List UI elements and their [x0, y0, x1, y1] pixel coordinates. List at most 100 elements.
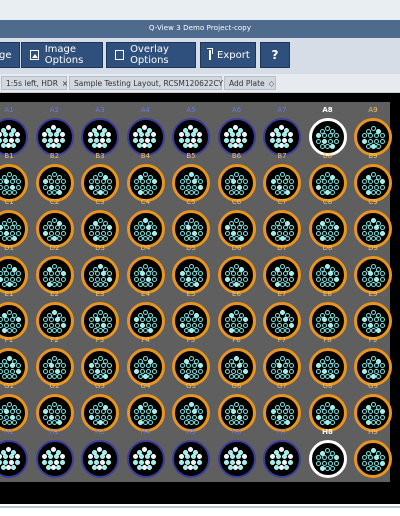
well-a2[interactable]	[35, 118, 74, 156]
well-g4[interactable]	[126, 394, 165, 432]
tab-hdr[interactable]: 1:5s left, HDR ×	[1, 76, 68, 90]
well-e1[interactable]	[0, 302, 28, 340]
spot	[276, 276, 282, 282]
well-g1[interactable]	[0, 394, 28, 432]
well-h8[interactable]	[308, 440, 347, 478]
spot	[243, 414, 248, 420]
well-g5[interactable]	[172, 394, 210, 432]
tab-sample-layout[interactable]: Sample Testing Layout, RCSM120622CY×	[69, 76, 233, 90]
well-e8[interactable]	[308, 302, 347, 340]
well-c6[interactable]	[217, 210, 256, 248]
well-g6[interactable]	[217, 394, 256, 432]
well-a5[interactable]	[172, 118, 210, 156]
well-f7[interactable]	[263, 348, 301, 386]
well-d4[interactable]	[126, 256, 165, 294]
export-button[interactable]: Export	[200, 42, 256, 68]
well-d3[interactable]	[81, 256, 119, 294]
spot	[276, 408, 282, 414]
well-a1[interactable]	[0, 118, 28, 156]
well-label: A7	[277, 106, 287, 114]
well-e5[interactable]	[172, 302, 210, 340]
clipped-button[interactable]: ge	[0, 42, 20, 68]
well-e7[interactable]	[263, 302, 301, 340]
well-e2[interactable]	[35, 302, 74, 340]
well-g2[interactable]	[35, 394, 74, 432]
well-b2[interactable]	[35, 164, 74, 202]
well-f2[interactable]	[35, 348, 74, 386]
help-button[interactable]: ?	[260, 42, 290, 68]
well-b4[interactable]	[126, 164, 165, 202]
well-f6[interactable]	[217, 348, 256, 386]
well-g7[interactable]	[263, 394, 301, 432]
spot	[243, 276, 248, 282]
well-e6[interactable]	[217, 302, 256, 340]
well-h3[interactable]	[81, 440, 119, 478]
well-d5[interactable]	[172, 256, 210, 294]
well-e3[interactable]	[81, 302, 119, 340]
well-b8[interactable]	[308, 164, 347, 202]
well-c3[interactable]	[81, 210, 119, 248]
spot	[365, 373, 371, 379]
well-e9[interactable]	[354, 302, 392, 340]
well-g3[interactable]	[81, 394, 119, 432]
well-a6[interactable]	[217, 118, 256, 156]
well-d1[interactable]	[0, 256, 28, 294]
well-c7[interactable]	[263, 210, 301, 248]
well-h6[interactable]	[217, 440, 256, 478]
well-d7[interactable]	[263, 256, 301, 294]
well-f8[interactable]	[308, 348, 347, 386]
spot	[373, 184, 379, 190]
spot	[97, 217, 103, 223]
well-b7[interactable]	[263, 164, 301, 202]
well-c2[interactable]	[35, 210, 74, 248]
spot	[379, 460, 385, 466]
well-f5[interactable]	[172, 348, 210, 386]
well-c9[interactable]	[354, 210, 392, 248]
well-b3[interactable]	[81, 164, 119, 202]
well-c5[interactable]	[172, 210, 210, 248]
well-c4[interactable]	[126, 210, 165, 248]
spot	[6, 235, 12, 241]
image-options-button[interactable]: Image Options	[21, 42, 103, 68]
well-b6[interactable]	[217, 164, 256, 202]
well-h4[interactable]	[126, 440, 165, 478]
well-c1[interactable]	[0, 210, 28, 248]
well-e4[interactable]	[126, 302, 165, 340]
plate-view[interactable]: A1 A2 A3 A4 A5 A6 A7 A8 A9 B1 B2 B3 B4 B5 B6 B7 B8 B9 C1 C2…	[0, 102, 392, 482]
well-f9[interactable]	[354, 348, 392, 386]
spot	[10, 142, 16, 148]
well-a4[interactable]	[126, 118, 165, 156]
spot	[133, 453, 138, 459]
well-a8[interactable]	[308, 118, 347, 156]
well-h5[interactable]	[172, 440, 210, 478]
add-plate-tab[interactable]: Add Plate ◇	[224, 76, 276, 90]
well-a9[interactable]	[354, 118, 392, 156]
well-h1[interactable]	[0, 440, 28, 478]
close-icon[interactable]: ×	[62, 79, 68, 88]
spot	[328, 316, 333, 322]
spot	[225, 368, 230, 374]
spot	[87, 453, 93, 459]
well-b5[interactable]	[172, 164, 210, 202]
spot	[361, 316, 367, 322]
well-b9[interactable]	[354, 164, 392, 202]
well-f1[interactable]	[0, 348, 28, 386]
well-g9[interactable]	[354, 394, 392, 432]
well-h7[interactable]	[263, 440, 301, 478]
well-d8[interactable]	[308, 256, 347, 294]
spot	[328, 460, 333, 466]
well-a7[interactable]	[263, 118, 301, 156]
well-d2[interactable]	[35, 256, 74, 294]
well-h2[interactable]	[35, 440, 74, 478]
well-f4[interactable]	[126, 348, 165, 386]
well-g8[interactable]	[308, 394, 347, 432]
spot	[187, 446, 193, 452]
well-f3[interactable]	[81, 348, 119, 386]
well-h9[interactable]	[354, 440, 392, 478]
overlay-options-button[interactable]: Overlay Options	[106, 42, 196, 68]
well-b1[interactable]	[0, 164, 28, 202]
well-c8[interactable]	[308, 210, 347, 248]
well-d9[interactable]	[354, 256, 392, 294]
well-d6[interactable]	[217, 256, 256, 294]
well-a3[interactable]	[81, 118, 119, 156]
